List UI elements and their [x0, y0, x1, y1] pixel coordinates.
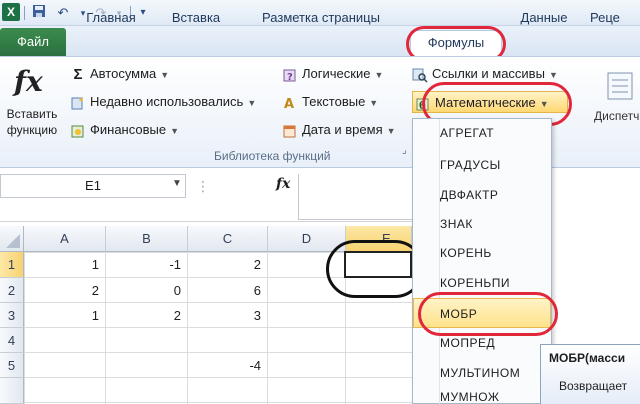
cell-c1[interactable]: 2 — [188, 252, 268, 278]
tab-home[interactable]: Главная — [76, 6, 146, 30]
lookup-reference-label: Ссылки и массивы — [432, 66, 545, 81]
name-box[interactable]: E1 — [0, 174, 186, 198]
cell-a3[interactable]: 1 — [24, 303, 106, 328]
chevron-down-icon: ▼ — [160, 70, 170, 80]
svg-text:A: A — [284, 97, 294, 111]
text-functions-label: Текстовые — [302, 94, 366, 109]
chevron-down-icon: ▼ — [247, 98, 257, 108]
name-manager-icon[interactable] — [606, 71, 636, 103]
menu-item-sqrt[interactable]: КОРЕНЬ — [440, 238, 548, 268]
tooltip-title: МОБР(масси — [549, 351, 626, 365]
text-functions-button[interactable]: A Текстовые ▼ — [282, 91, 378, 113]
cell-c2[interactable]: 6 — [188, 278, 268, 303]
menu-item-multinomial[interactable]: МУЛЬТИНОМ — [440, 358, 548, 388]
tooltip-text: Возвращает — [559, 379, 628, 393]
column-header-c[interactable]: C — [188, 226, 268, 252]
separator — [24, 6, 25, 20]
chevron-down-icon: ▼ — [170, 126, 180, 136]
chevron-down-icon: ▼ — [548, 70, 558, 80]
recently-used-button[interactable]: Недавно использовались ▼ — [70, 91, 256, 113]
tab-file[interactable]: Файл — [0, 28, 66, 56]
chevron-down-icon: ▼ — [386, 126, 396, 136]
group-label-function-library: Библиотека функций — [214, 149, 331, 163]
cell-a1[interactable]: 1 — [24, 252, 106, 278]
autosum-button[interactable]: Σ Автосумма ▼ — [70, 63, 169, 85]
cell-b1[interactable]: -1 — [106, 252, 188, 278]
cell-b2[interactable]: 0 — [106, 278, 188, 303]
menu-item-mmult[interactable]: МУМНОЖ — [440, 386, 548, 404]
datetime-button[interactable]: Дата и время ▼ — [282, 119, 396, 141]
row-header-5[interactable]: 5 — [0, 353, 24, 378]
magnifier-icon — [412, 67, 428, 83]
menu-item-aggregate[interactable]: АГРЕГАТ — [440, 118, 548, 148]
cell-b3[interactable]: 2 — [106, 303, 188, 328]
row-header-6[interactable] — [0, 378, 24, 404]
tab-page-layout[interactable]: Разметка страницы — [246, 6, 396, 30]
select-all-corner[interactable] — [0, 226, 24, 252]
cell-c5[interactable]: -4 — [188, 353, 268, 378]
chevron-down-icon: ▼ — [369, 98, 379, 108]
resize-handle-icon[interactable]: ⋮ — [196, 174, 210, 198]
row-header-2[interactable]: 2 — [0, 278, 24, 303]
cell-a2[interactable]: 2 — [24, 278, 106, 303]
financial-icon — [70, 123, 86, 139]
calendar-icon — [282, 123, 298, 139]
insert-function-label-line2: функцию — [6, 123, 58, 137]
cell-c3[interactable]: 3 — [188, 303, 268, 328]
sigma-icon: Σ — [73, 65, 83, 83]
financial-button[interactable]: Финансовые ▼ — [70, 119, 179, 141]
row-header-1[interactable]: 1 — [0, 252, 24, 278]
tab-review[interactable]: Реце — [590, 6, 640, 30]
svg-text:?: ? — [287, 72, 293, 83]
autosum-label: Автосумма — [90, 66, 157, 81]
logical-icon: ? — [282, 67, 298, 83]
undo-icon[interactable]: ↶ — [54, 4, 72, 22]
menu-item-factdouble[interactable]: ДВФАКТР — [440, 180, 548, 210]
name-manager-label[interactable]: Диспетч — [594, 109, 639, 123]
name-box-dropdown-icon[interactable]: ▼ — [172, 178, 182, 189]
menu-item-degrees[interactable]: ГРАДУСЫ — [440, 150, 548, 180]
menu-item-sign[interactable]: ЗНАК — [440, 209, 548, 239]
row-header-4[interactable]: 4 — [0, 328, 24, 353]
logical-label: Логические — [302, 66, 371, 81]
function-tooltip: МОБР(масси Возвращает — [540, 344, 640, 404]
formula-input[interactable] — [298, 174, 420, 220]
dialog-launcher-icon[interactable]: ⌟ — [402, 145, 407, 156]
chevron-down-icon: ▼ — [374, 70, 384, 80]
insert-function-fx-icon[interactable]: fx — [276, 176, 290, 192]
function-icon: fx — [14, 65, 43, 98]
save-icon[interactable] — [30, 4, 48, 22]
logical-button[interactable]: ? Логические ▼ — [282, 63, 383, 85]
datetime-label: Дата и время — [302, 122, 383, 137]
ribbon-tab-row — [0, 26, 640, 56]
column-header-b[interactable]: B — [106, 226, 188, 252]
insert-function-button[interactable]: fx Вставить функцию — [0, 59, 64, 145]
column-header-a[interactable]: A — [24, 226, 106, 252]
annotation-ring-active-cell — [326, 240, 424, 298]
row-header-3[interactable]: 3 — [0, 303, 24, 328]
financial-label: Финансовые — [90, 122, 167, 137]
tab-data[interactable]: Данные — [508, 6, 580, 30]
text-icon: A — [282, 95, 298, 112]
annotation-ring-minverse — [418, 292, 558, 336]
star-icon — [70, 95, 86, 111]
tab-insert[interactable]: Вставка — [160, 6, 232, 30]
excel-logo-icon: X — [2, 3, 20, 21]
recently-used-label: Недавно использовались — [90, 94, 244, 109]
insert-function-label-line1: Вставить — [6, 107, 58, 121]
formula-bar: E1 ▼ ⋮ fx — [0, 170, 420, 222]
